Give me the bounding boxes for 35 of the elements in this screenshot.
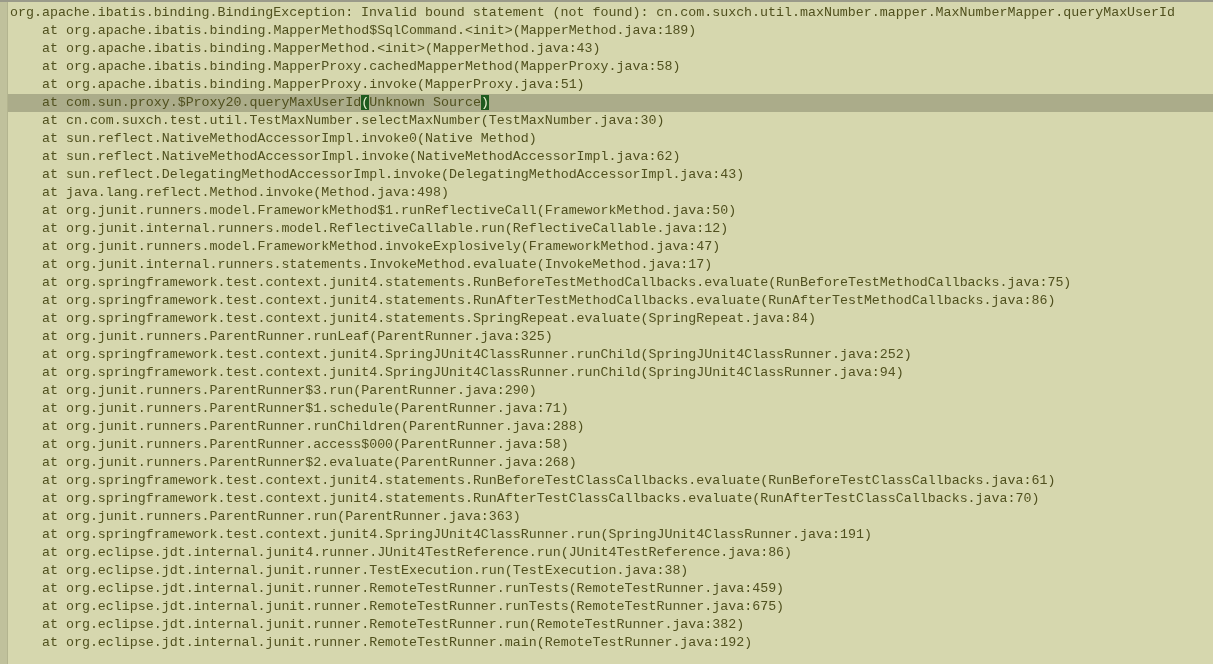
stack-frame-line[interactable]: at org.junit.runners.model.FrameworkMethod.invokeExplosively(FrameworkMethod.java:47) <box>42 239 721 254</box>
stack-frame-line[interactable]: at org.springframework.test.context.junit4.statements.SpringRepeat.evaluate(SpringRepeat.java:84) <box>42 311 816 326</box>
stack-frame-line[interactable]: at org.springframework.test.context.junit4.SpringJUnit4ClassRunner.run(SpringJUnit4ClassRunner.java:191) <box>42 527 872 542</box>
stack-frame-line[interactable]: at org.junit.runners.ParentRunner.run(ParentRunner.java:363) <box>42 509 521 524</box>
stack-frame-line[interactable]: at sun.reflect.NativeMethodAccessorImpl.invoke(NativeMethodAccessorImpl.java:62) <box>42 149 681 164</box>
stack-frame-line[interactable]: at org.apache.ibatis.binding.MapperProxy.invoke(MapperProxy.java:51) <box>42 77 585 92</box>
stack-frame-line[interactable]: at java.lang.reflect.Method.invoke(Method.java:498) <box>42 185 449 200</box>
stack-frame-line[interactable]: at org.springframework.test.context.junit4.SpringJUnit4ClassRunner.runChild(SpringJUnit4ClassRunner.java:252) <box>42 347 912 362</box>
stack-frame-line[interactable]: at org.eclipse.jdt.internal.junit.runner.TestExecution.run(TestExecution.java:38) <box>42 563 689 578</box>
stack-frame-line[interactable]: at org.junit.runners.ParentRunner.access$000(ParentRunner.java:58) <box>42 437 569 452</box>
stack-frame-line[interactable]: at org.apache.ibatis.binding.MapperMethod.<init>(MapperMethod.java:43) <box>42 41 601 56</box>
stack-frame-line[interactable]: at sun.reflect.DelegatingMethodAccessorImpl.invoke(DelegatingMethodAccessorImpl.java:43) <box>42 167 745 182</box>
stack-frame-line[interactable]: at org.junit.internal.runners.statements.InvokeMethod.evaluate(InvokeMethod.java:17) <box>42 257 713 272</box>
stack-frame-line[interactable]: at org.springframework.test.context.junit4.statements.RunBeforeTestMethodCallbacks.evaluate(RunBeforeTestMethodCallbacks.java:75) <box>42 275 1072 290</box>
stack-frame-line[interactable]: at org.eclipse.jdt.internal.junit.runner.RemoteTestRunner.runTests(RemoteTestRunner.java:459) <box>42 581 785 596</box>
stack-frame-line[interactable]: at org.junit.runners.model.FrameworkMethod$1.runReflectiveCall(FrameworkMethod.java:50) <box>42 203 737 218</box>
stack-frame-line[interactable]: at org.springframework.test.context.junit4.statements.RunBeforeTestClassCallbacks.evaluate(RunBeforeTestClassCallbacks.java:61) <box>42 473 1056 488</box>
stack-frame-line[interactable]: at org.springframework.test.context.junit4.statements.RunAfterTestMethodCallbacks.evaluate(RunAfterTestMethodCallbacks.java:86) <box>42 293 1056 308</box>
stack-frame-line[interactable]: at org.eclipse.jdt.internal.junit4.runner.JUnit4TestReference.run(JUnit4TestReference.java:86) <box>42 545 793 560</box>
stack-frame-line[interactable]: at org.eclipse.jdt.internal.junit.runner.RemoteTestRunner.runTests(RemoteTestRunner.java:675) <box>42 599 785 614</box>
stack-frame-line[interactable]: at org.springframework.test.context.junit4.SpringJUnit4ClassRunner.runChild(SpringJUnit4ClassRunner.java:94) <box>42 365 904 380</box>
stack-frame-line[interactable]: at org.apache.ibatis.binding.MapperProxy.cachedMapperMethod(MapperProxy.java:58) <box>42 59 681 74</box>
stack-frame-line[interactable]: at org.eclipse.jdt.internal.junit.runner.RemoteTestRunner.run(RemoteTestRunner.java:382) <box>42 617 745 632</box>
stack-frame-line[interactable]: at org.junit.internal.runners.model.ReflectiveCallable.run(ReflectiveCallable.java:12) <box>42 221 729 236</box>
stack-frame-line[interactable]: at org.junit.runners.ParentRunner$3.run(ParentRunner.java:290) <box>42 383 537 398</box>
stack-frame-line[interactable]: at org.junit.runners.ParentRunner.runChildren(ParentRunner.java:288) <box>42 419 585 434</box>
stack-frame-line[interactable]: at org.junit.runners.ParentRunner$1.schedule(ParentRunner.java:71) <box>42 401 569 416</box>
stack-frame-line[interactable]: at sun.reflect.NativeMethodAccessorImpl.invoke0(Native Method) <box>42 131 537 146</box>
stack-frame-line[interactable]: at org.eclipse.jdt.internal.junit.runner.RemoteTestRunner.main(RemoteTestRunner.java:192) <box>42 635 753 650</box>
stack-frame-line[interactable]: at org.junit.runners.ParentRunner.runLeaf(ParentRunner.java:325) <box>42 329 553 344</box>
stack-frame-line[interactable]: at org.springframework.test.context.junit4.statements.RunAfterTestClassCallbacks.evaluate(RunAfterTestClassCallbacks.java:70) <box>42 491 1040 506</box>
stack-frame-line[interactable]: at cn.com.suxch.test.util.TestMaxNumber.selectMaxNumber(TestMaxNumber.java:30) <box>42 113 665 128</box>
stack-frame-line[interactable]: at org.apache.ibatis.binding.MapperMethod$SqlCommand.<init>(MapperMethod.java:189) <box>42 23 697 38</box>
stack-frame-line[interactable]: at org.junit.runners.ParentRunner$2.evaluate(ParentRunner.java:268) <box>42 455 577 470</box>
exception-message: org.apache.ibatis.binding.BindingException: Invalid bound statement (not found): cn.com.suxch.util.maxNumber.mapper.MaxNumberMapper.queryMaxUserId <box>10 5 1175 20</box>
